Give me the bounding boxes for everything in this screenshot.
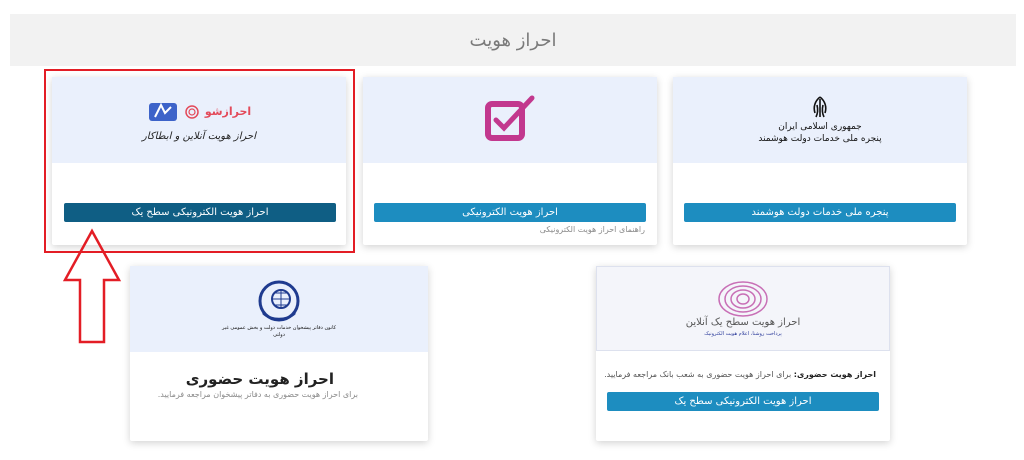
gov-logo-line1: جمهوری اسلامی ایران [778,122,862,132]
online-description-text: برای احراز هویت حضوری به شعب بانک مراجعه… [604,370,794,379]
electronic-auth-button[interactable]: احراز هویت الکترونیکی [374,203,646,222]
in-person-note: برای احراز هویت حضوری به دفاتر پیشخوان م… [157,390,358,399]
iran-emblem-icon [813,96,827,118]
fingerprint-logo-icon [718,281,768,317]
online-logo-caption: پرداخت روشنا، اعلام هویت الکترونیک [704,331,782,337]
in-person-title: احراز هویت حضوری [185,370,334,388]
highlight-frame [44,69,355,253]
card-banner: کانون دفاتر پیشخوان خدمات دولت و بخش عمو… [130,266,428,352]
page-title: احراز هویت [469,29,557,51]
card-banner: جمهوری اسلامی ایران پنجره ملی خدمات دولت… [673,77,967,163]
online-level-one-button[interactable]: احراز هویت الکترونیکی سطح یک [607,392,879,411]
card-in-person: کانون دفاتر پیشخوان خدمات دولت و بخش عمو… [130,266,428,441]
card-dolat-hooshmand: جمهوری اسلامی ایران پنجره ملی خدمات دولت… [673,77,967,245]
online-logo-title: احراز هویت سطح یک آنلاین [685,317,801,328]
card-electronic: احراز هویت الکترونیکی راهنمای احراز هویت… [363,77,657,245]
kanoon-logo-caption: کانون دفاتر پیشخوان خدمات دولت و بخش عمو… [221,325,337,338]
dolat-hooshmand-button[interactable]: پنجره ملی خدمات دولت هوشمند [684,203,956,222]
online-description: احراز هویت حضوری: برای احراز هویت حضوری … [604,370,876,379]
card-online-level-one: احراز هویت سطح یک آنلاین پرداخت روشنا، ا… [596,266,890,441]
card-banner: احراز هویت سطح یک آنلاین پرداخت روشنا، ا… [596,266,890,351]
check-logo-icon [485,95,535,141]
gov-logo-line2: پنجره ملی خدمات دولت هوشمند [758,134,882,144]
card-banner [363,77,657,163]
online-description-bold: احراز هویت حضوری: [793,370,876,379]
electronic-guide-link[interactable]: راهنمای احراز هویت الکترونیکی [540,225,645,234]
page-header: احراز هویت [10,14,1016,66]
kanoon-logo-icon [258,280,300,322]
arrow-up-icon [62,228,122,344]
